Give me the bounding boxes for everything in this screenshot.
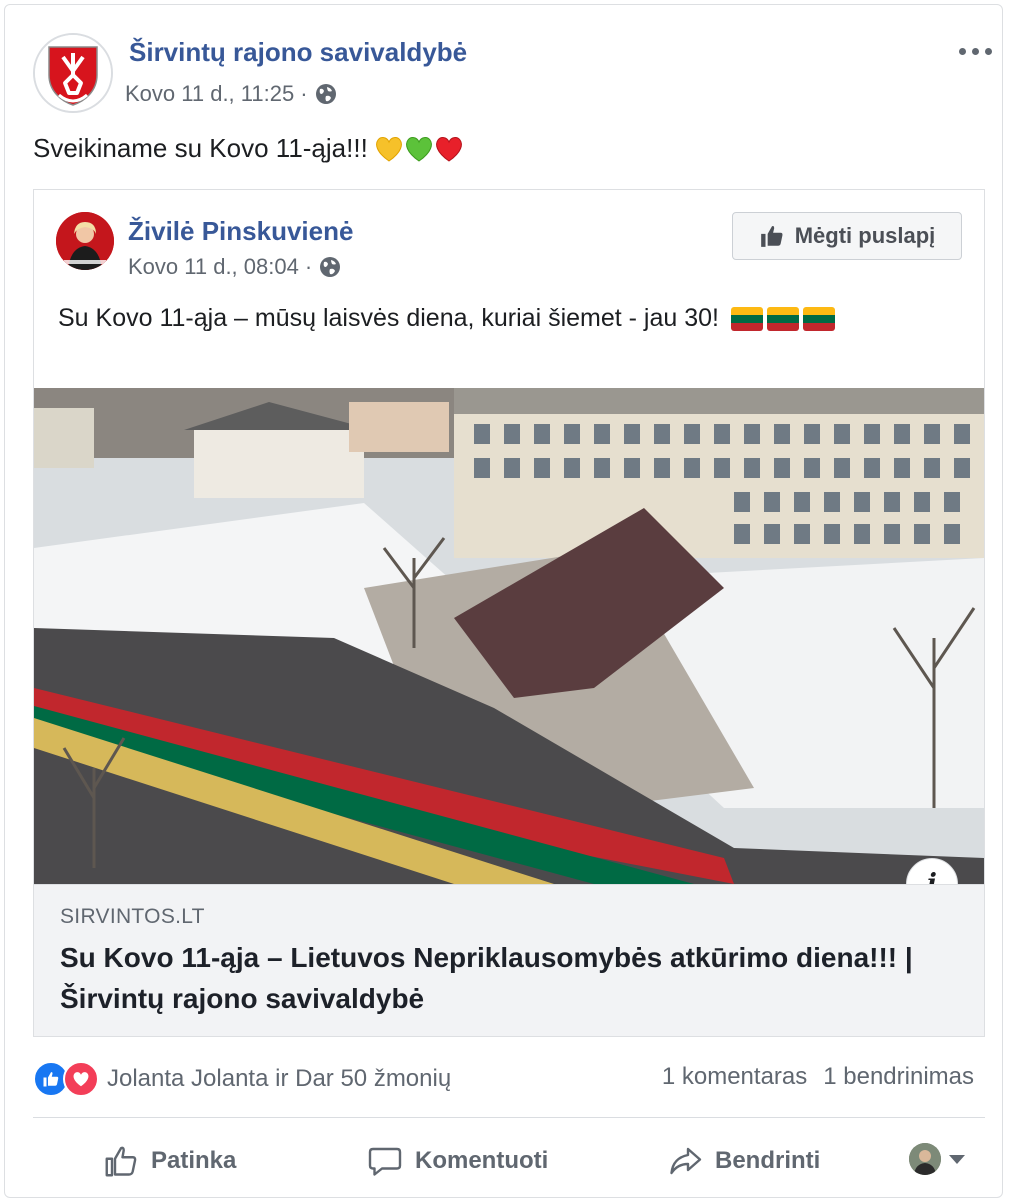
red-heart-icon: [435, 136, 462, 162]
like-page-label: Mėgti puslapį: [794, 223, 936, 248]
share-button[interactable]: Bendrinti: [667, 1135, 820, 1187]
share-label: Bendrinti: [715, 1147, 821, 1174]
avatar: [909, 1143, 941, 1175]
celebration-photo: [34, 388, 984, 884]
love-reaction-icon: [63, 1061, 99, 1097]
thumbs-up-icon: [760, 225, 783, 247]
post-message: Sveikiname su Kovo 11-ąja!!!: [33, 133, 368, 163]
post-card: Širvintų rajono savivaldybė Kovo 11 d., …: [4, 4, 1003, 1198]
like-label: Patinka: [151, 1147, 237, 1174]
comments-count[interactable]: 1 komentaras: [662, 1063, 807, 1091]
shared-timestamp[interactable]: Kovo 11 d., 08:04: [128, 254, 299, 280]
meta-separator: ·: [304, 254, 313, 279]
like-page-button[interactable]: Mėgti puslapį: [732, 212, 962, 260]
shared-post[interactable]: Živilė Pinskuvienė Kovo 11 d., 08:04 · M…: [33, 189, 985, 1037]
profile-photo-icon: [56, 212, 114, 270]
globe-icon[interactable]: [318, 255, 342, 279]
author-name-link[interactable]: Živilė Pinskuvienė: [128, 216, 353, 247]
like-button[interactable]: Patinka: [103, 1135, 236, 1187]
shared-message: Su Kovo 11-ąja – mūsų laisvės diena, kur…: [58, 304, 719, 332]
shared-text: Su Kovo 11-ąja – mūsų laisvės diena, kur…: [58, 304, 835, 333]
divider: [33, 1117, 985, 1118]
post-timestamp[interactable]: Kovo 11 d., 11:25: [125, 81, 294, 107]
action-bar: Patinka Komentuoti Bendrinti: [33, 1135, 985, 1187]
post-text: Sveikiname su Kovo 11-ąja!!!: [33, 133, 464, 164]
link-preview[interactable]: SIRVINTOS.LT Su Kovo 11-ąja – Lietuvos N…: [34, 884, 984, 1036]
coat-of-arms-icon: [35, 35, 111, 111]
chevron-down-icon: [949, 1154, 965, 1164]
shares-count[interactable]: 1 bendrinimas: [823, 1063, 974, 1091]
reactions-summary[interactable]: Jolanta Jolanta ir Dar 50 žmonių: [33, 1061, 451, 1097]
lithuania-flag-icon: [767, 306, 799, 331]
green-heart-icon: [405, 136, 432, 162]
lithuania-flag-icon: [731, 306, 763, 331]
comment-button[interactable]: Komentuoti: [367, 1135, 548, 1187]
yellow-heart-icon: [375, 136, 402, 162]
link-title[interactable]: Su Kovo 11-ąja – Lietuvos Nepriklausomyb…: [60, 937, 940, 1019]
more-options-icon[interactable]: [955, 41, 995, 61]
page-name-link[interactable]: Širvintų rajono savivaldybė: [129, 37, 467, 68]
reaction-as-selector[interactable]: [909, 1143, 965, 1175]
comment-icon: [368, 1147, 402, 1176]
shared-meta: Kovo 11 d., 08:04 ·: [128, 254, 342, 280]
reaction-names[interactable]: Jolanta Jolanta ir Dar 50 žmonių: [107, 1065, 451, 1093]
post-meta: Kovo 11 d., 11:25 ·: [125, 81, 338, 107]
globe-icon[interactable]: [314, 82, 338, 106]
page-avatar[interactable]: [33, 33, 113, 113]
lithuania-flag-icon: [803, 306, 835, 331]
meta-separator: ·: [300, 81, 308, 106]
comment-label: Komentuoti: [415, 1147, 549, 1174]
engagement-counts: 1 komentaras 1 bendrinimas: [662, 1063, 974, 1091]
link-preview-image[interactable]: i: [34, 388, 984, 884]
author-avatar[interactable]: [56, 212, 114, 270]
share-icon: [670, 1147, 702, 1175]
link-domain: SIRVINTOS.LT: [60, 905, 205, 928]
thumbs-up-icon: [105, 1146, 137, 1177]
